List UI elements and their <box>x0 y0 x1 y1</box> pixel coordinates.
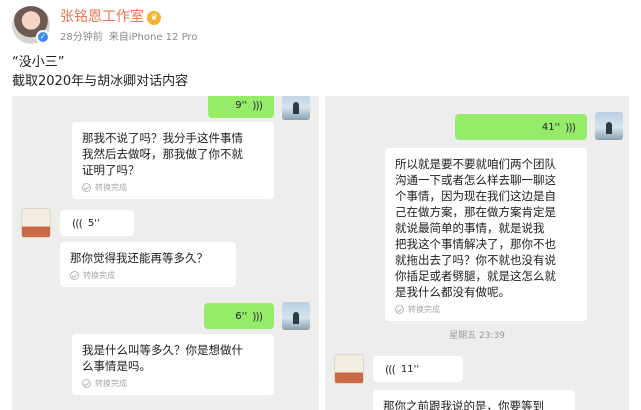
chat-avatar-self <box>282 302 310 330</box>
transcript-status: 转换完成 <box>70 270 226 281</box>
transcript-text: 那我不说了吗？我分手这件事情 我然后去做呀，那我做了你不就 证明了吗？ <box>82 131 243 177</box>
author-name-text[interactable]: 张铭恩工作室 <box>60 9 144 25</box>
transcript-text: 那你之前跟我说的是，你要等到 <box>383 399 544 410</box>
voice-wave-icon: ((( <box>385 362 396 376</box>
post-caption-line-1: “没小三” <box>12 55 65 70</box>
chat-screenshot-left[interactable]: 9'' ))) 那我不说了吗？我分手这件事情 我然后去做呀，那我做了你不就 证明… <box>12 96 319 410</box>
verified-badge-icon: ✓ <box>36 30 50 44</box>
transcript-card: 我是什么叫等多久？你是想做什 么事情是吗。 转换完成 <box>72 334 274 395</box>
chat-avatar-other <box>21 208 51 238</box>
chat-avatar-self <box>282 96 310 120</box>
post-meta: 28分钟前 来自iPhone 12 Pro <box>60 28 197 43</box>
voice-message-outgoing: 41'' ))) <box>455 114 587 140</box>
chat-avatar-other <box>334 354 364 384</box>
voice-duration: 6'' <box>235 310 248 322</box>
voice-duration: 9'' <box>235 99 248 111</box>
voice-wave-icon: ))) <box>252 98 263 112</box>
check-circle-icon <box>82 379 91 388</box>
check-circle-icon <box>70 271 79 280</box>
voice-duration: 11'' <box>400 363 420 375</box>
voice-message-incoming: ((( 5'' <box>60 210 134 236</box>
post-source: 来自iPhone 12 Pro <box>108 32 198 43</box>
transcript-status-label: 转换完成 <box>95 183 127 192</box>
voice-message-incoming: ((( 11'' <box>373 356 463 382</box>
chat-avatar-self <box>595 112 623 140</box>
transcript-card: 那你觉得我还能再等多久？ 转换完成 <box>60 242 236 287</box>
chat-timestamp: 星期五 23:39 <box>449 331 505 341</box>
voice-wave-icon: ((( <box>72 216 83 230</box>
transcript-text: 所以就是要不要就咱们两个团队 沟通一下或者怎么样去聊一聊这 个事情，因为现在我们… <box>395 157 556 299</box>
transcript-card: 那我不说了吗？我分手这件事情 我然后去做呀，那我做了你不就 证明了吗？ 转换完成 <box>72 122 274 199</box>
voice-message-outgoing: 9'' ))) <box>208 96 274 118</box>
transcript-text: 那你觉得我还能再等多久？ <box>70 251 208 265</box>
vip-badge-icon: ♛ <box>147 11 161 25</box>
chat-screenshot-right[interactable]: 41'' ))) 所以就是要不要就咱们两个团队 沟通一下或者怎么样去聊一聊这 个… <box>325 96 629 410</box>
voice-duration: 5'' <box>87 217 100 229</box>
voice-wave-icon: ))) <box>252 309 263 323</box>
voice-duration: 41'' <box>541 121 561 133</box>
author-name[interactable]: 张铭恩工作室 ♛ <box>60 6 161 26</box>
transcript-card: 那你之前跟我说的是，你要等到 <box>373 390 575 410</box>
voice-wave-icon: ))) <box>565 120 576 134</box>
post-time[interactable]: 28分钟前 <box>60 32 103 43</box>
transcript-status: 转换完成 <box>395 304 577 315</box>
post-caption-line-2: 截取2020年与胡冰卿对话内容 <box>12 74 189 89</box>
transcript-status-label: 转换完成 <box>83 271 115 280</box>
transcript-status: 转换完成 <box>82 378 264 389</box>
transcript-card: 所以就是要不要就咱们两个团队 沟通一下或者怎么样去聊一聊这 个事情，因为现在我们… <box>385 148 587 321</box>
transcript-status-label: 转换完成 <box>408 305 440 314</box>
transcript-status: 转换完成 <box>82 182 264 193</box>
transcript-status-label: 转换完成 <box>95 379 127 388</box>
transcript-text: 我是什么叫等多久？你是想做什 么事情是吗。 <box>82 343 243 373</box>
check-circle-icon <box>395 305 404 314</box>
voice-message-outgoing: 6'' ))) <box>204 303 274 329</box>
check-circle-icon <box>82 183 91 192</box>
